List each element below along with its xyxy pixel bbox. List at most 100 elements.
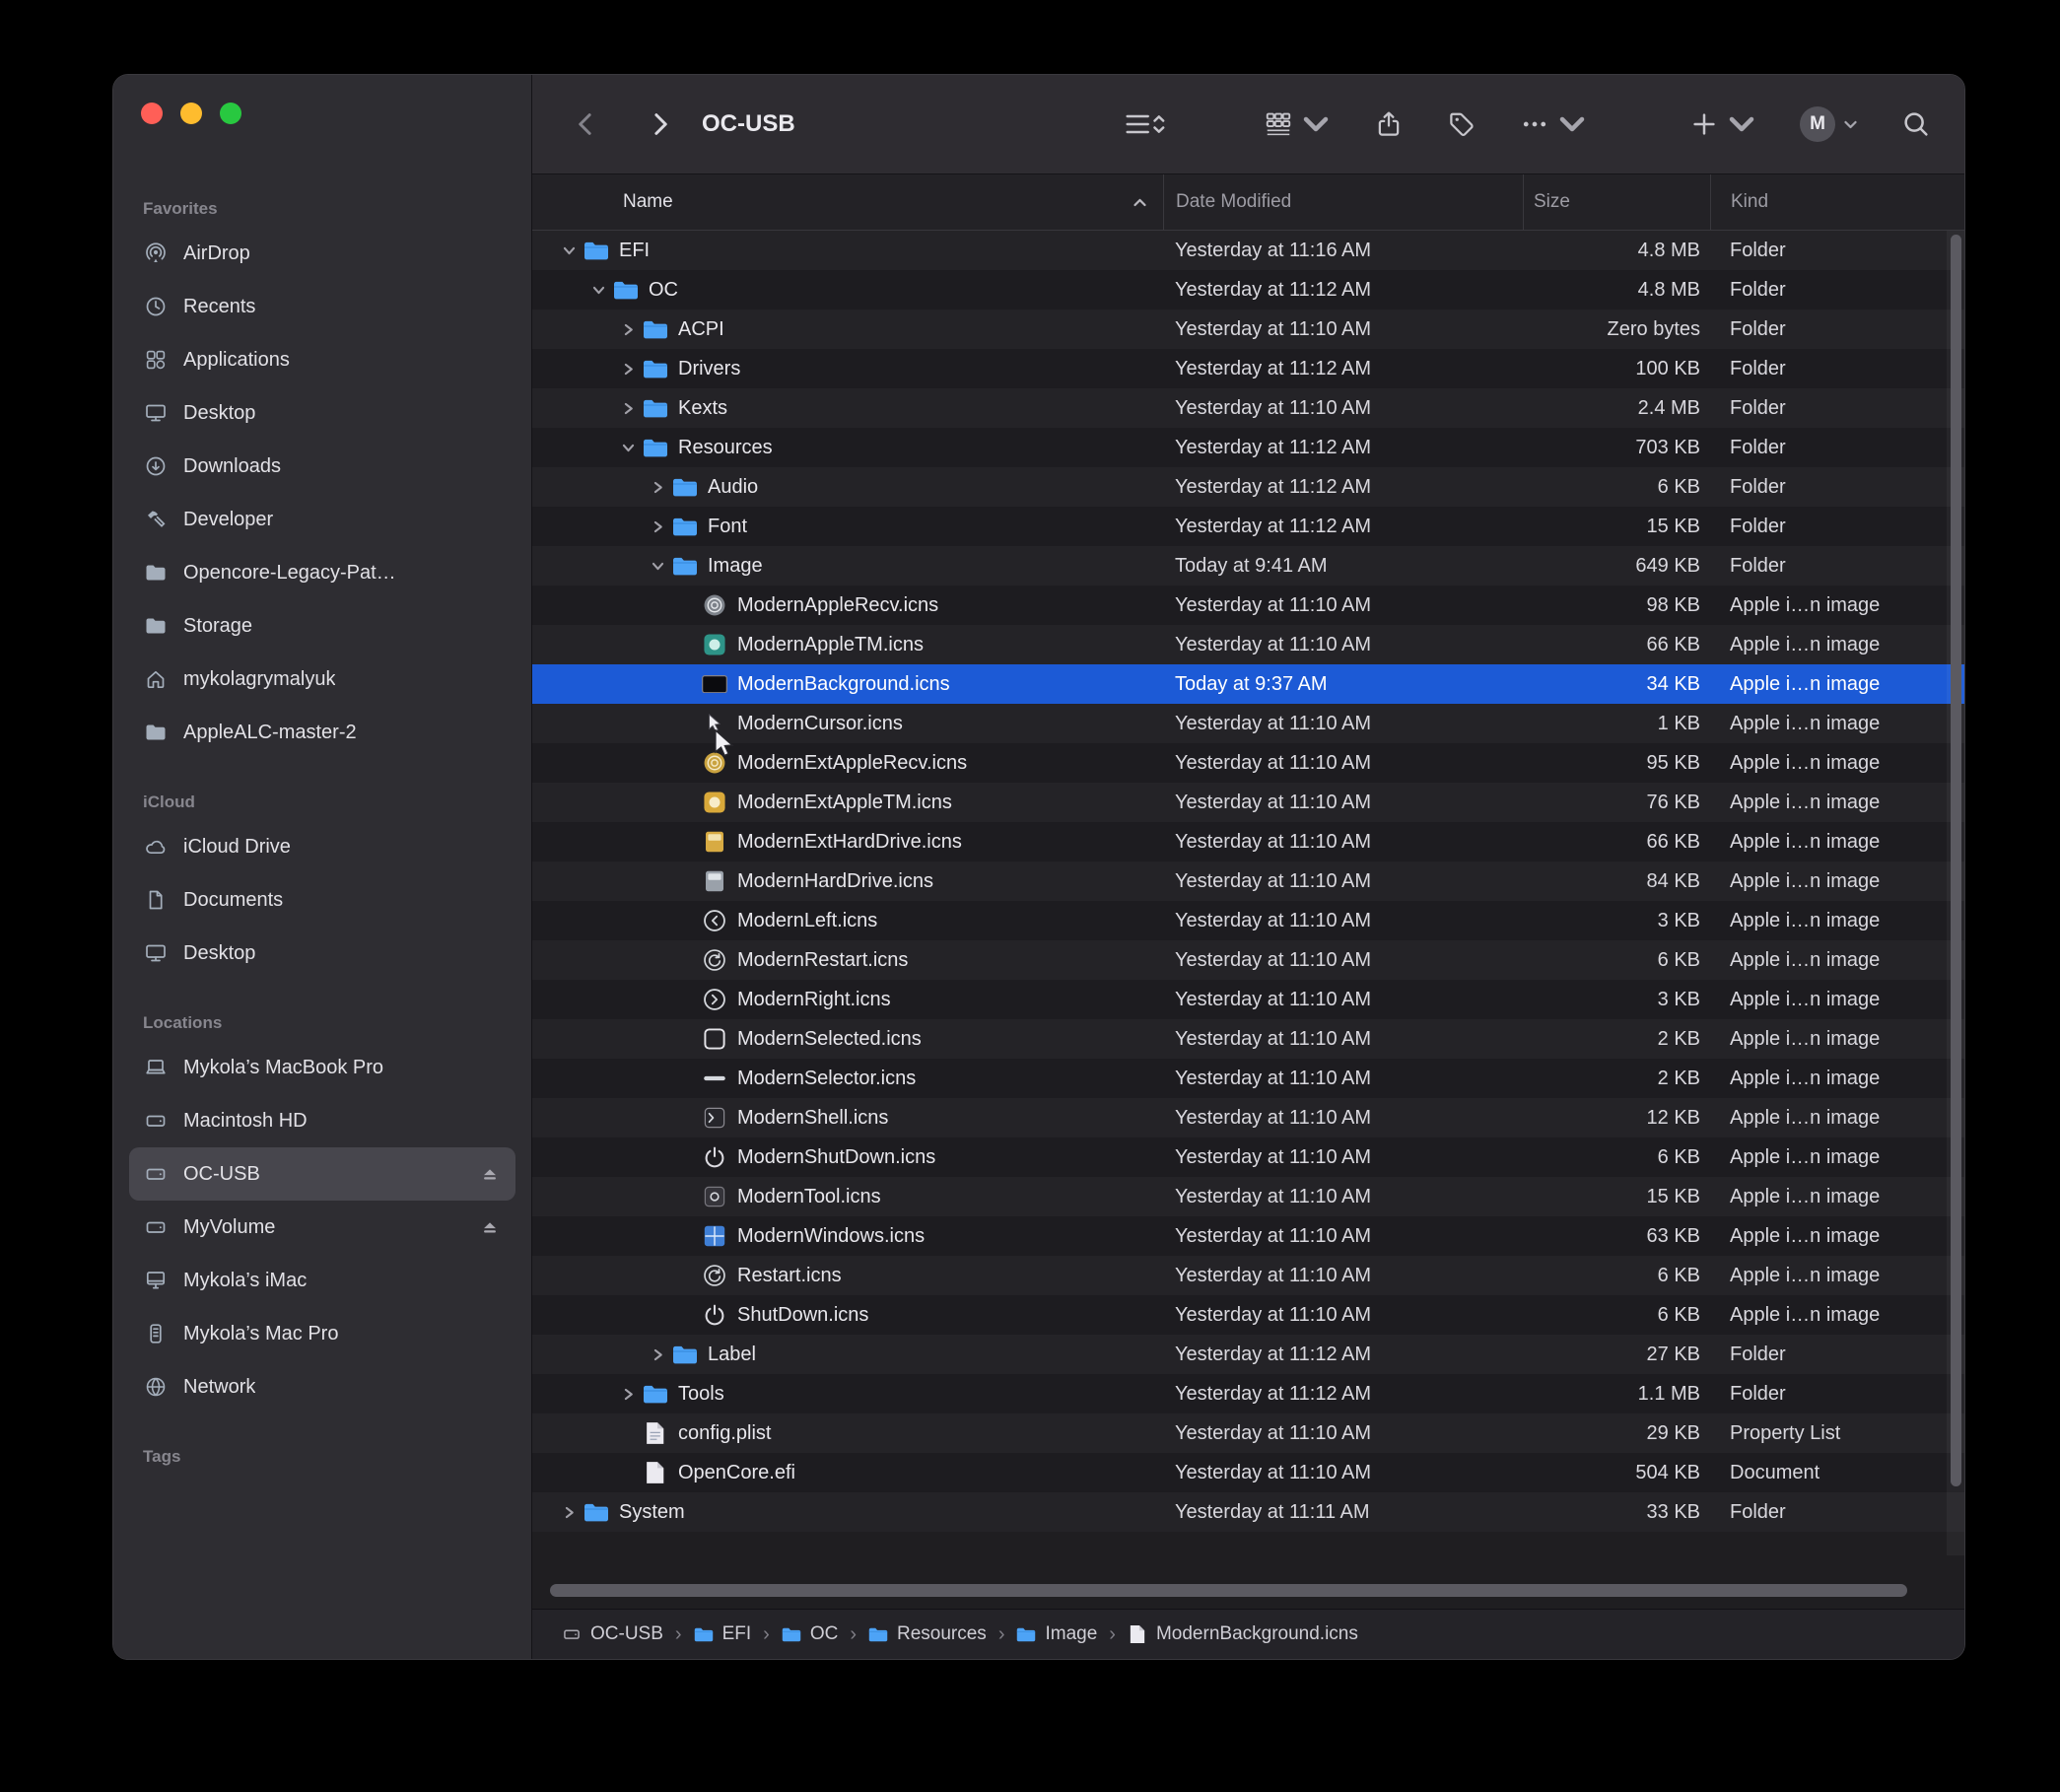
more-options-button[interactable] — [1520, 109, 1587, 139]
sidebar-item-recents[interactable]: Recents — [129, 280, 515, 333]
forward-button[interactable] — [645, 109, 674, 139]
file-row-modernapplerecv-icns[interactable]: ModernAppleRecv.icnsYesterday at 11:10 A… — [532, 586, 1964, 625]
sidebar-item-desktop[interactable]: Desktop — [129, 386, 515, 440]
file-kind: Apple i…n image — [1710, 949, 1964, 972]
file-row-kexts[interactable]: KextsYesterday at 11:10 AM2.4 MBFolder — [532, 388, 1964, 428]
path-segment-image[interactable]: Image — [1016, 1623, 1097, 1645]
sidebar-item-opencore-legacy-pat[interactable]: Opencore-Legacy-Pat… — [129, 546, 515, 599]
share-button[interactable] — [1374, 109, 1404, 139]
file-row-modernappletm-icns[interactable]: ModernAppleTM.icnsYesterday at 11:10 AM6… — [532, 625, 1964, 664]
file-row-modernextharddrive-icns[interactable]: ModernExtHardDrive.icnsYesterday at 11:1… — [532, 822, 1964, 862]
file-row-oc[interactable]: OCYesterday at 11:12 AM4.8 MBFolder — [532, 270, 1964, 310]
file-row-modernright-icns[interactable]: ModernRight.icnsYesterday at 11:10 AM3 K… — [532, 980, 1964, 1019]
column-header-name[interactable]: Name — [532, 174, 1163, 230]
path-segment-efi[interactable]: EFI — [694, 1623, 752, 1645]
path-segment-resources[interactable]: Resources — [868, 1623, 987, 1645]
sidebar-item-network[interactable]: Network — [129, 1360, 515, 1413]
sidebar-item-desktop[interactable]: Desktop — [129, 927, 515, 980]
file-row-efi[interactable]: EFIYesterday at 11:16 AM4.8 MBFolder — [532, 231, 1964, 270]
path-segment-oc-usb[interactable]: OC-USB — [562, 1623, 663, 1645]
file-row-audio[interactable]: AudioYesterday at 11:12 AM6 KBFolder — [532, 467, 1964, 507]
file-row-tools[interactable]: ToolsYesterday at 11:12 AM1.1 MBFolder — [532, 1374, 1964, 1413]
folder-icon — [643, 435, 668, 460]
disclosure-open-icon[interactable] — [645, 560, 670, 573]
sidebar-item-macintosh-hd[interactable]: Macintosh HD — [129, 1094, 515, 1147]
sidebar-item-mykolagrymalyuk[interactable]: mykolagrymalyuk — [129, 653, 515, 706]
sidebar-item-myvolume[interactable]: MyVolume — [129, 1201, 515, 1254]
file-size: 2.4 MB — [1523, 397, 1710, 420]
sidebar-item-oc-usb[interactable]: OC-USB — [129, 1147, 515, 1201]
sidebar-item-applications[interactable]: Applications — [129, 333, 515, 386]
folder-icon — [643, 356, 668, 381]
column-header-kind[interactable]: Kind — [1710, 174, 1964, 230]
disclosure-closed-icon[interactable] — [556, 1506, 582, 1519]
disclosure-closed-icon[interactable] — [615, 1388, 641, 1401]
file-row-system[interactable]: SystemYesterday at 11:11 AM33 KBFolder — [532, 1492, 1964, 1532]
file-row-restart-icns[interactable]: Restart.icnsYesterday at 11:10 AM6 KBApp… — [532, 1256, 1964, 1295]
view-list-button[interactable] — [1124, 109, 1165, 139]
file-row-modernextappletm-icns[interactable]: ModernExtAppleTM.icnsYesterday at 11:10 … — [532, 783, 1964, 822]
file-row-modernbackground-icns[interactable]: ModernBackground.icnsToday at 9:37 AM34 … — [532, 664, 1964, 704]
file-row-image[interactable]: ImageToday at 9:41 AM649 KBFolder — [532, 546, 1964, 586]
sidebar-item-icloud-drive[interactable]: iCloud Drive — [129, 820, 515, 873]
file-row-modernshutdown-icns[interactable]: ModernShutDown.icnsYesterday at 11:10 AM… — [532, 1137, 1964, 1177]
file-row-resources[interactable]: ResourcesYesterday at 11:12 AM703 KBFold… — [532, 428, 1964, 467]
file-row-config-plist[interactable]: config.plistYesterday at 11:10 AM29 KBPr… — [532, 1413, 1964, 1453]
back-button[interactable] — [572, 109, 601, 139]
column-header-label: Date Modified — [1176, 191, 1291, 213]
file-row-modernselector-icns[interactable]: ModernSelector.icnsYesterday at 11:10 AM… — [532, 1059, 1964, 1098]
sidebar-item-airdrop[interactable]: AirDrop — [129, 227, 515, 280]
sidebar-item-mykola-s-imac[interactable]: Mykola’s iMac — [129, 1254, 515, 1307]
disclosure-closed-icon[interactable] — [615, 323, 641, 336]
eject-button[interactable] — [478, 1162, 502, 1186]
file-row-acpi[interactable]: ACPIYesterday at 11:10 AMZero bytesFolde… — [532, 310, 1964, 349]
path-segment-oc[interactable]: OC — [782, 1623, 839, 1645]
sidebar-item-downloads[interactable]: Downloads — [129, 440, 515, 493]
sidebar-item-applealc-master-2[interactable]: AppleALC-master-2 — [129, 706, 515, 759]
file-row-moderncursor-icns[interactable]: ModernCursor.icnsYesterday at 11:10 AM1 … — [532, 704, 1964, 743]
sidebar-item-storage[interactable]: Storage — [129, 599, 515, 653]
disclosure-closed-icon[interactable] — [645, 520, 670, 533]
zoom-button[interactable] — [220, 103, 241, 124]
file-row-modernshell-icns[interactable]: ModernShell.icnsYesterday at 11:10 AM12 … — [532, 1098, 1964, 1137]
file-row-modernselected-icns[interactable]: ModernSelected.icnsYesterday at 11:10 AM… — [532, 1019, 1964, 1059]
disclosure-closed-icon[interactable] — [645, 481, 670, 494]
disclosure-closed-icon[interactable] — [645, 1348, 670, 1361]
close-button[interactable] — [141, 103, 163, 124]
column-header-date[interactable]: Date Modified — [1163, 174, 1523, 230]
file-row-modernleft-icns[interactable]: ModernLeft.icnsYesterday at 11:10 AM3 KB… — [532, 901, 1964, 940]
column-header-size[interactable]: Size — [1523, 174, 1710, 230]
group-view-button[interactable] — [1264, 109, 1331, 139]
disclosure-open-icon[interactable] — [585, 284, 611, 297]
file-row-modernwindows-icns[interactable]: ModernWindows.icnsYesterday at 11:10 AM6… — [532, 1216, 1964, 1256]
disclosure-closed-icon[interactable] — [615, 402, 641, 415]
file-row-moderntool-icns[interactable]: ModernTool.icnsYesterday at 11:10 AM15 K… — [532, 1177, 1964, 1216]
file-row-modernharddrive-icns[interactable]: ModernHardDrive.icnsYesterday at 11:10 A… — [532, 862, 1964, 901]
disclosure-open-icon[interactable] — [615, 442, 641, 454]
file-row-opencore-efi[interactable]: OpenCore.efiYesterday at 11:10 AM504 KBD… — [532, 1453, 1964, 1492]
eject-button[interactable] — [478, 1215, 502, 1239]
path-segment-modernbackground-icns[interactable]: ModernBackground.icns — [1128, 1623, 1358, 1645]
horizontal-scrollbar-thumb[interactable] — [550, 1584, 1907, 1597]
sidebar-item-documents[interactable]: Documents — [129, 873, 515, 927]
file-row-modernrestart-icns[interactable]: ModernRestart.icnsYesterday at 11:10 AM6… — [532, 940, 1964, 980]
sidebar-item-mykola-s-macbook-pro[interactable]: Mykola’s MacBook Pro — [129, 1041, 515, 1094]
file-row-modernextapplerecv-icns[interactable]: ModernExtAppleRecv.icnsYesterday at 11:1… — [532, 743, 1964, 783]
account-monogram: M — [1800, 106, 1835, 142]
account-button[interactable]: M — [1800, 106, 1858, 142]
disclosure-open-icon[interactable] — [556, 244, 582, 257]
minimize-button[interactable] — [180, 103, 202, 124]
tag-button[interactable] — [1447, 109, 1476, 139]
search-button[interactable] — [1901, 109, 1931, 139]
vertical-scrollbar[interactable] — [1947, 231, 1964, 1555]
sidebar-item-mykola-s-mac-pro[interactable]: Mykola’s Mac Pro — [129, 1307, 515, 1360]
file-row-drivers[interactable]: DriversYesterday at 11:12 AM100 KBFolder — [532, 349, 1964, 388]
file-row-font[interactable]: FontYesterday at 11:12 AM15 KBFolder — [532, 507, 1964, 546]
add-button[interactable] — [1689, 109, 1756, 139]
vertical-scrollbar-thumb[interactable] — [1951, 235, 1961, 1486]
file-row-shutdown-icns[interactable]: ShutDown.icnsYesterday at 11:10 AM6 KBAp… — [532, 1295, 1964, 1335]
sidebar-item-developer[interactable]: Developer — [129, 493, 515, 546]
file-row-label[interactable]: LabelYesterday at 11:12 AM27 KBFolder — [532, 1335, 1964, 1374]
disclosure-closed-icon[interactable] — [615, 363, 641, 376]
horizontal-scrollbar[interactable] — [550, 1584, 1921, 1597]
